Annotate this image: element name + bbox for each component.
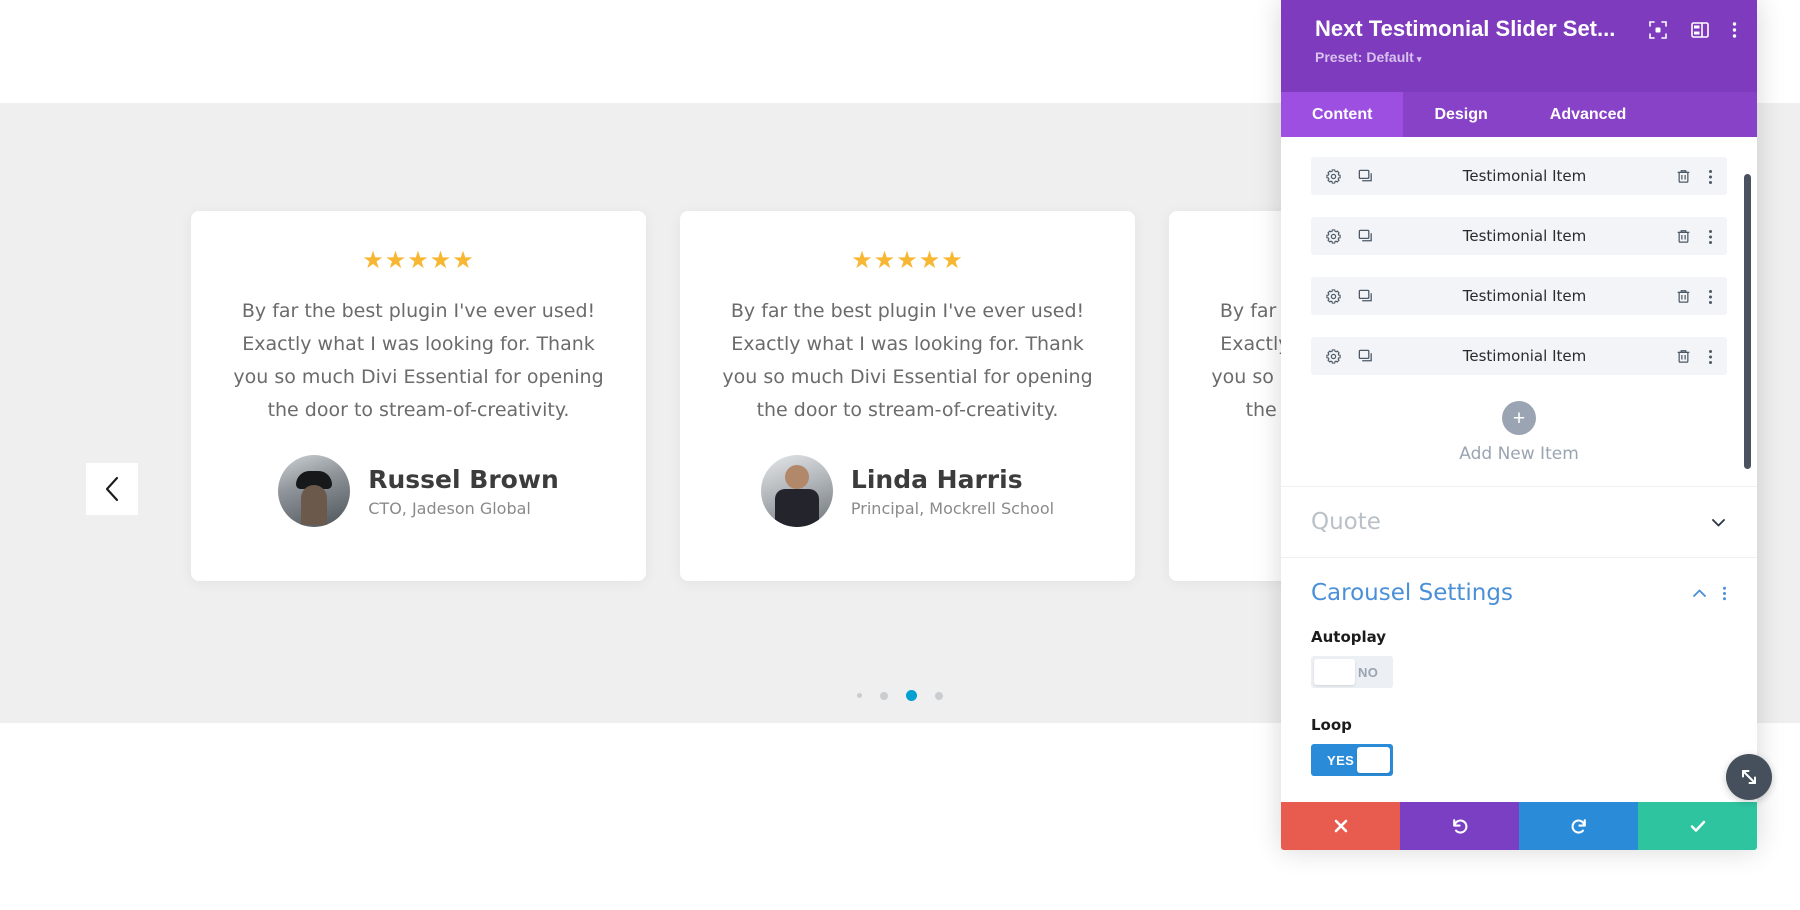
focus-frame-icon[interactable] (1648, 20, 1668, 40)
resize-diagonal-icon (1738, 766, 1760, 788)
add-new-item-label: Add New Item (1459, 444, 1579, 464)
module-settings-panel: Next Testimonial Slider Set... Preset: D… (1281, 0, 1757, 850)
testimonial-quote: By far the best plugin I've ever used! E… (233, 300, 604, 421)
autoplay-toggle[interactable]: NO (1311, 656, 1393, 688)
redo-button[interactable] (1519, 802, 1638, 850)
preset-selector[interactable]: Preset: Default ▾ (1315, 49, 1638, 65)
tab-design[interactable]: Design (1403, 92, 1518, 137)
check-icon (1688, 816, 1708, 836)
toggle-knob (1314, 659, 1355, 685)
panel-scrollbar[interactable] (1744, 174, 1751, 469)
autoplay-toggle-value: NO (1358, 664, 1379, 680)
testimonial-items-list: Testimonial Item Testimonial Item Testim… (1281, 137, 1757, 486)
author-name: Linda Harris (850, 465, 1023, 495)
gear-icon[interactable] (1325, 288, 1342, 305)
section-quote[interactable]: Quote (1281, 487, 1757, 557)
avatar (760, 455, 833, 527)
testimonial-item-row[interactable]: Testimonial Item (1311, 337, 1727, 375)
pagination-dot-active[interactable] (906, 690, 917, 701)
section-title: Carousel Settings (1311, 580, 1513, 606)
layout-columns-icon[interactable] (1690, 20, 1710, 40)
chevron-up-icon[interactable] (1691, 585, 1708, 602)
panel-footer (1281, 802, 1757, 850)
testimonial-card[interactable]: ★★★★★ By far the best plugin I've ever u… (680, 211, 1135, 581)
duplicate-icon[interactable] (1357, 228, 1374, 245)
undo-icon (1450, 816, 1470, 836)
testimonial-item-label: Testimonial Item (1462, 287, 1587, 305)
chevron-down-icon: ▾ (1416, 54, 1422, 65)
trash-icon[interactable] (1675, 228, 1692, 245)
carousel-settings-content: Autoplay NO Loop YES (1281, 628, 1757, 802)
author-name: Russel Brown (368, 465, 559, 495)
pagination-dot[interactable] (935, 691, 943, 700)
pagination-dot[interactable] (880, 691, 888, 700)
kebab-menu-icon[interactable] (1708, 168, 1713, 185)
kebab-menu-icon[interactable] (1732, 20, 1737, 40)
panel-body: Testimonial Item Testimonial Item Testim… (1281, 137, 1757, 802)
panel-title: Next Testimonial Slider Set... (1315, 16, 1616, 41)
loop-label: Loop (1311, 716, 1352, 734)
section-carousel-settings[interactable]: Carousel Settings (1281, 558, 1757, 628)
add-new-item-button[interactable]: + Add New Item (1311, 397, 1727, 486)
save-button[interactable] (1638, 802, 1757, 850)
trash-icon[interactable] (1675, 288, 1692, 305)
preset-label: Preset: Default (1315, 49, 1414, 66)
panel-resize-handle[interactable] (1726, 754, 1772, 800)
gear-icon[interactable] (1325, 168, 1342, 185)
plus-icon: + (1502, 401, 1536, 435)
trash-icon[interactable] (1675, 168, 1692, 185)
testimonial-item-label: Testimonial Item (1462, 167, 1587, 185)
section-title: Quote (1311, 509, 1381, 535)
trash-icon[interactable] (1675, 348, 1692, 365)
star-rating: ★★★★★ (851, 247, 964, 274)
field-autoplay: Autoplay NO (1311, 628, 1727, 690)
panel-tabs: Content Design Advanced (1281, 92, 1757, 137)
testimonial-item-row[interactable]: Testimonial Item (1311, 217, 1727, 255)
testimonial-item-row[interactable]: Testimonial Item (1311, 157, 1727, 195)
gear-icon[interactable] (1325, 228, 1342, 245)
duplicate-icon[interactable] (1357, 168, 1374, 185)
screen: ★★★★★ By far the best plugin I've ever u… (0, 0, 1800, 910)
loop-toggle[interactable]: YES (1311, 744, 1393, 776)
tab-content[interactable]: Content (1281, 92, 1404, 137)
gear-icon[interactable] (1325, 348, 1342, 365)
toggle-knob (1357, 747, 1390, 773)
kebab-menu-icon[interactable] (1708, 228, 1713, 245)
panel-header: Next Testimonial Slider Set... Preset: D… (1281, 0, 1757, 92)
kebab-menu-icon[interactable] (1708, 348, 1713, 365)
pagination-dot[interactable] (857, 693, 862, 698)
star-rating: ★★★★★ (362, 247, 475, 274)
field-loop: Loop YES (1311, 716, 1727, 776)
testimonial-quote: By far the best plugin I've ever used! E… (722, 300, 1093, 421)
redo-icon (1569, 816, 1589, 836)
testimonial-item-row[interactable]: Testimonial Item (1311, 277, 1727, 315)
testimonial-item-label: Testimonial Item (1462, 347, 1587, 365)
chevron-down-icon (1710, 514, 1727, 531)
loop-toggle-value: YES (1327, 752, 1355, 768)
autoplay-label: Autoplay (1311, 628, 1387, 646)
testimonial-author: Russel Brown CTO, Jadeson Global (227, 455, 610, 527)
author-role: CTO, Jadeson Global (368, 498, 531, 518)
testimonial-item-label: Testimonial Item (1462, 227, 1587, 245)
kebab-menu-icon[interactable] (1722, 585, 1727, 602)
tab-advanced[interactable]: Advanced (1519, 92, 1657, 137)
avatar (278, 455, 351, 527)
undo-button[interactable] (1400, 802, 1519, 850)
cancel-button[interactable] (1281, 802, 1400, 850)
author-role: Principal, Mockrell School (850, 498, 1055, 518)
testimonial-author: Linda Harris Principal, Mockrell School (716, 455, 1099, 527)
close-x-icon (1331, 816, 1351, 836)
testimonial-card[interactable]: ★★★★★ By far the best plugin I've ever u… (191, 211, 646, 581)
duplicate-icon[interactable] (1357, 348, 1374, 365)
duplicate-icon[interactable] (1357, 288, 1374, 305)
kebab-menu-icon[interactable] (1708, 288, 1713, 305)
